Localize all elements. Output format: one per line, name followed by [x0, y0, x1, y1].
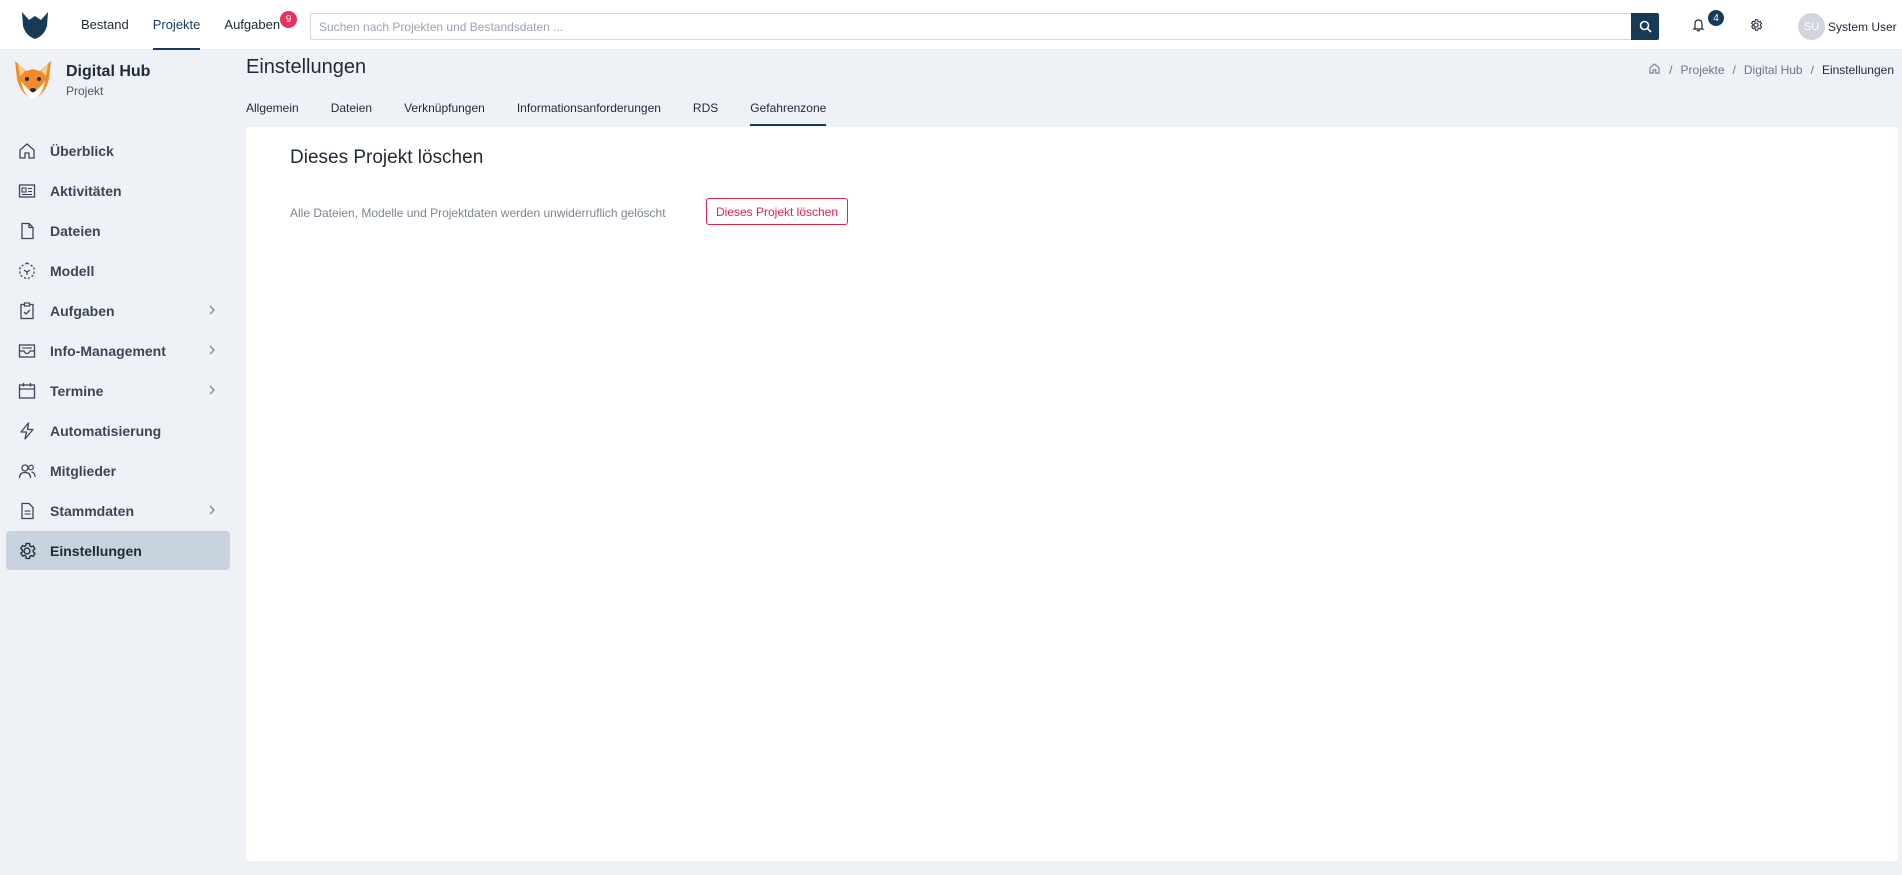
- top-navigation: Bestand Projekte Aufgaben 9: [81, 0, 304, 50]
- tab-rds[interactable]: RDS: [693, 92, 718, 126]
- breadcrumb-current: Einstellungen: [1821, 63, 1894, 77]
- gear-icon: [16, 540, 38, 562]
- page-title: Einstellungen: [246, 56, 367, 78]
- sidebar-item-label: Aktivitäten: [50, 182, 122, 199]
- calendar-icon: [16, 380, 38, 402]
- fox-logo-icon: [15, 61, 51, 99]
- sidebar-item-stammdaten[interactable]: Stammdaten: [6, 491, 230, 530]
- sidebar-item-label: Info-Management: [50, 342, 166, 359]
- inbox-icon: [16, 340, 38, 362]
- delete-project-button[interactable]: Dieses Projekt löschen: [706, 198, 848, 225]
- sidebar-item-termine[interactable]: Termine: [6, 371, 230, 410]
- nav-bestand[interactable]: Bestand: [81, 0, 129, 50]
- sidebar-item-label: Automatisierung: [50, 422, 162, 439]
- document-icon: [16, 500, 38, 522]
- search-icon: [1639, 20, 1652, 33]
- breadcrumb-project[interactable]: Digital Hub: [1744, 63, 1803, 77]
- sidebar-item-label: Stammdaten: [50, 502, 135, 519]
- bell-icon: [1692, 19, 1704, 32]
- chevron-right-icon: [209, 345, 215, 355]
- notification-count-badge: 4: [1708, 10, 1724, 26]
- file-icon: [16, 220, 38, 242]
- chevron-right-icon: [209, 385, 215, 395]
- sidebar-item-dateien[interactable]: Dateien: [6, 211, 230, 250]
- sidebar-menu: Überblick Aktivitäten Dateien Modell Auf…: [6, 131, 230, 571]
- breadcrumb-home-icon[interactable]: [1648, 62, 1661, 78]
- search-box: [310, 13, 1632, 40]
- settings-tabs: Allgemein Dateien Verknüpfungen Informat…: [246, 92, 858, 126]
- settings-button[interactable]: [1747, 16, 1765, 34]
- sidebar: Digital Hub Projekt Überblick Aktivitäte…: [0, 51, 236, 875]
- notifications-button[interactable]: [1689, 16, 1707, 34]
- sidebar-item-label: Mitglieder: [50, 462, 117, 479]
- delete-description: Alle Dateien, Modelle und Projektdaten w…: [290, 206, 666, 220]
- sidebar-item-label: Dateien: [50, 222, 101, 239]
- users-icon: [16, 460, 38, 482]
- aufgaben-count-badge: 9: [280, 10, 298, 28]
- tab-allgemein[interactable]: Allgemein: [246, 92, 299, 126]
- chevron-right-icon: [209, 505, 215, 515]
- search-button[interactable]: [1631, 13, 1659, 40]
- sidebar-item-label: Termine: [50, 382, 104, 399]
- breadcrumb: / Projekte / Digital Hub / Einstellungen: [1648, 62, 1894, 78]
- sidebar-item-label: Modell: [50, 262, 95, 279]
- breadcrumb-separator: /: [1810, 63, 1814, 77]
- chevron-right-icon: [209, 305, 215, 315]
- user-menu[interactable]: SU System User: [1798, 13, 1897, 40]
- sidebar-item-ueberblick[interactable]: Überblick: [6, 131, 230, 170]
- breadcrumb-projekte[interactable]: Projekte: [1681, 63, 1725, 77]
- danger-zone-card: Dieses Projekt löschen Alle Dateien, Mod…: [246, 127, 1898, 861]
- tab-verknuepfungen[interactable]: Verknüpfungen: [404, 92, 485, 126]
- clipboard-check-icon: [16, 300, 38, 322]
- cube-icon: [16, 260, 38, 282]
- tab-dateien[interactable]: Dateien: [331, 92, 372, 126]
- breadcrumb-separator: /: [1669, 63, 1673, 77]
- user-name: System User: [1828, 19, 1897, 34]
- nav-bestand-label: Bestand: [81, 17, 129, 32]
- newspaper-icon: [16, 180, 38, 202]
- tab-gefahrenzone[interactable]: Gefahrenzone: [750, 92, 827, 126]
- nav-projekte-label: Projekte: [152, 17, 201, 32]
- sidebar-item-mitglieder[interactable]: Mitglieder: [6, 451, 230, 490]
- section-heading: Dieses Projekt löschen: [290, 147, 484, 168]
- sidebar-item-aufgaben[interactable]: Aufgaben: [6, 291, 230, 330]
- sidebar-item-label: Aufgaben: [50, 302, 115, 319]
- project-header: Digital Hub Projekt: [12, 59, 150, 101]
- project-type: Projekt: [66, 83, 104, 98]
- sidebar-item-automatisierung[interactable]: Automatisierung: [6, 411, 230, 450]
- sidebar-item-aktivitaeten[interactable]: Aktivitäten: [6, 171, 230, 210]
- sidebar-item-label: Überblick: [50, 142, 114, 159]
- nav-projekte[interactable]: Projekte: [152, 0, 201, 50]
- app-logo-icon[interactable]: [19, 9, 51, 41]
- home-icon: [16, 140, 38, 162]
- nav-aufgaben[interactable]: Aufgaben 9: [224, 0, 298, 50]
- sidebar-item-einstellungen[interactable]: Einstellungen: [6, 531, 230, 570]
- bolt-icon: [16, 420, 38, 442]
- breadcrumb-separator: /: [1732, 63, 1736, 77]
- nav-aufgaben-label: Aufgaben: [224, 17, 281, 32]
- sidebar-item-info-management[interactable]: Info-Management: [6, 331, 230, 370]
- avatar: SU: [1798, 13, 1825, 40]
- sidebar-item-label: Einstellungen: [50, 542, 142, 559]
- tab-informationsanforderungen[interactable]: Informationsanforderungen: [517, 92, 661, 126]
- search-input[interactable]: [311, 14, 1631, 39]
- sidebar-item-modell[interactable]: Modell: [6, 251, 230, 290]
- project-name: Digital Hub: [66, 62, 151, 80]
- gear-icon: [1750, 19, 1763, 31]
